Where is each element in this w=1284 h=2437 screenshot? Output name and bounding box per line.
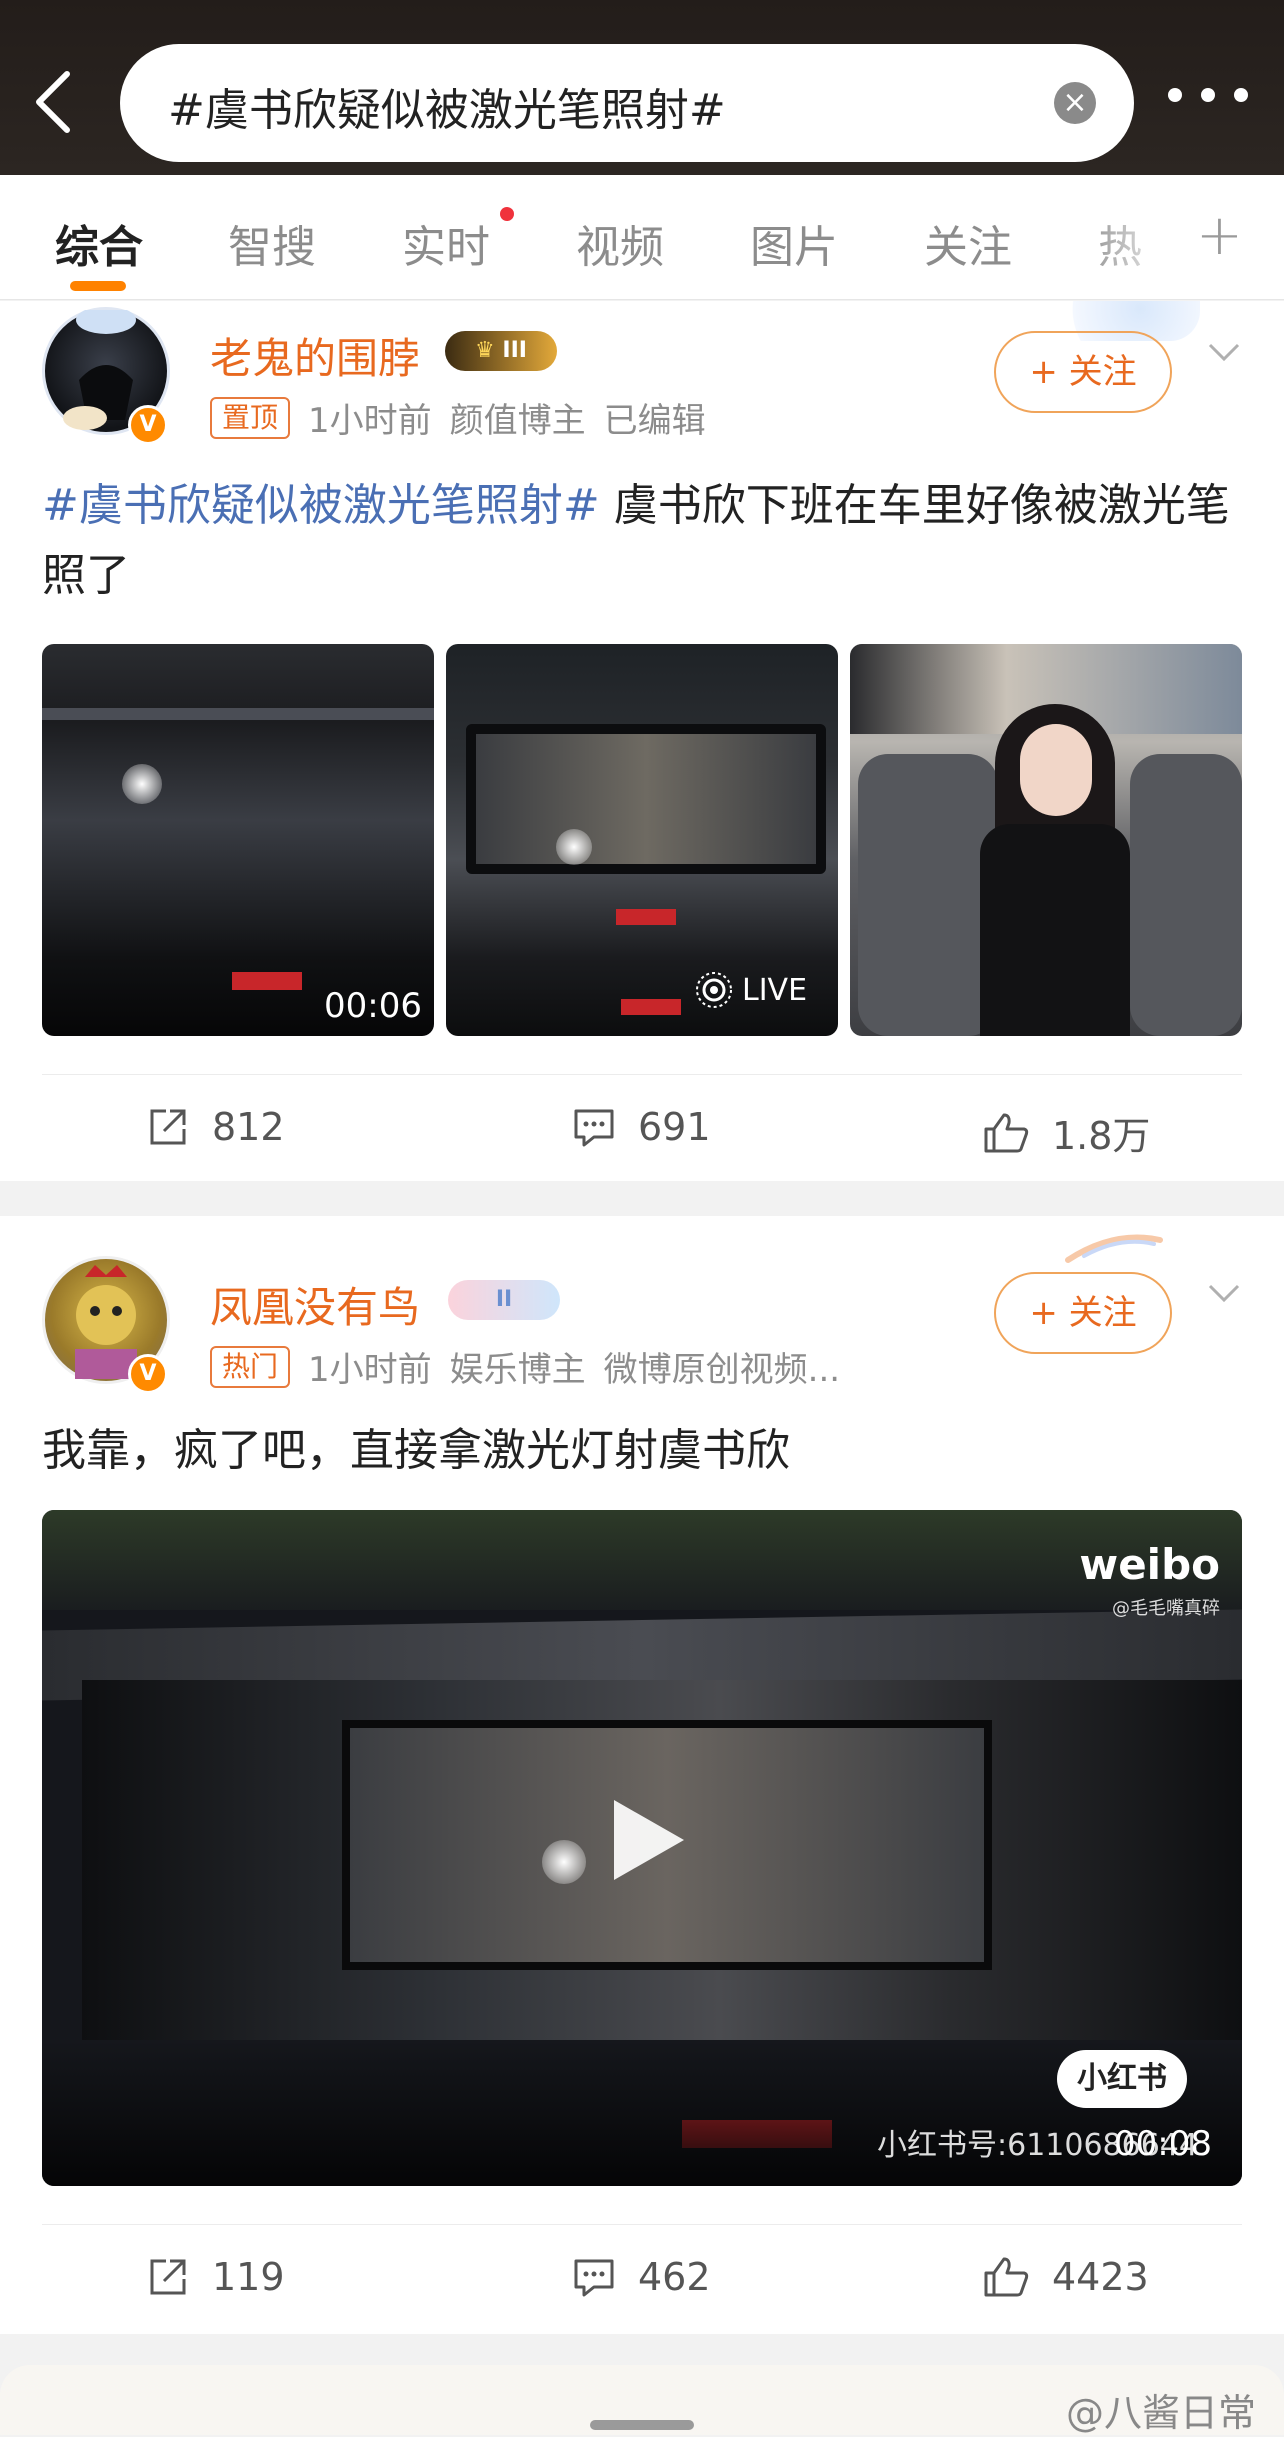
edited-label: 已编辑 xyxy=(603,401,706,441)
tab-bar: 综合 智搜 实时 视频 图片 关注 热 + xyxy=(0,175,1284,300)
repost-button[interactable]: 119 xyxy=(146,2255,285,2299)
post-actions: 812 691 1.8万 xyxy=(42,1074,1242,1184)
source-label: 微博原创视频... xyxy=(603,1350,841,1390)
live-photo-icon xyxy=(696,972,732,1008)
comment-count: 691 xyxy=(638,1105,711,1149)
comment-button[interactable]: 462 xyxy=(572,2255,711,2299)
member-level-badge: II xyxy=(448,1280,560,1320)
tab-realtime[interactable]: 实时 xyxy=(402,211,490,275)
video-duration: 00:06 xyxy=(324,986,422,1026)
comment-button[interactable]: 691 xyxy=(572,1105,711,1149)
new-dot-badge xyxy=(500,207,514,221)
post-card[interactable]: V 老鬼的围脖 ♛ III 置顶 1小时前 颜值博主 已编辑 + 关注 #虞书欣… xyxy=(0,301,1284,1181)
hot-tag: 热门 xyxy=(210,1345,291,1388)
pinned-tag: 置顶 xyxy=(210,396,291,439)
active-tab-indicator xyxy=(70,281,126,291)
add-tab-icon[interactable]: + xyxy=(1196,203,1243,268)
post-actions: 119 462 4423 xyxy=(42,2224,1242,2334)
member-level-text: III xyxy=(502,338,527,363)
author-role: 娱乐博主 xyxy=(449,1350,586,1390)
post-text: #虞书欣疑似被激光笔照射# 虞书欣下班在车里好像被激光笔照了 xyxy=(42,471,1242,611)
search-input[interactable]: #虞书欣疑似被激光笔照射# × xyxy=(120,44,1134,162)
member-level-text: II xyxy=(495,1287,513,1312)
comment-count: 462 xyxy=(638,2255,711,2299)
like-count: 1.8万 xyxy=(1052,1114,1151,1158)
video-thumbnail[interactable]: 00:06 xyxy=(42,644,434,1036)
post-time: 1小时前 xyxy=(308,401,432,441)
tab-comprehensive[interactable]: 综合 xyxy=(55,211,143,275)
back-icon[interactable] xyxy=(28,70,78,134)
source-watermark: @八酱日常 xyxy=(1065,2391,1256,2435)
search-query: #虞书欣疑似被激光笔照射# xyxy=(168,85,726,136)
author-role: 颜值博主 xyxy=(449,401,586,441)
clear-icon[interactable]: × xyxy=(1054,82,1096,124)
play-icon[interactable] xyxy=(614,1800,684,1880)
post-card[interactable]: V 凤凰没有鸟 II 热门 1小时前 娱乐博主 微博原创视频... + 关注 我… xyxy=(0,1216,1284,2334)
thumbs-up-icon xyxy=(984,1113,1029,1152)
top-bar: #虞书欣疑似被激光笔照射# × xyxy=(0,0,1284,175)
xiaohongshu-badge: 小红书 xyxy=(1057,2050,1187,2108)
repost-count: 119 xyxy=(212,2255,285,2299)
more-options-icon[interactable] xyxy=(1168,80,1248,110)
repost-icon xyxy=(150,2259,186,2295)
verified-icon: V xyxy=(128,405,168,445)
username[interactable]: 老鬼的围脖 xyxy=(210,325,420,386)
post-body: 我靠，疯了吧，直接拿激光灯射虞书欣 xyxy=(42,1425,790,1476)
username[interactable]: 凤凰没有鸟 xyxy=(210,1274,420,1335)
follow-button[interactable]: + 关注 xyxy=(994,1272,1172,1354)
thumbs-up-icon xyxy=(984,2257,1029,2297)
repost-button[interactable]: 812 xyxy=(146,1105,285,1149)
tab-video[interactable]: 视频 xyxy=(576,211,664,275)
video-player[interactable]: weibo @毛毛嘴真碎 小红书 小红书号:6110686644 00:08 xyxy=(42,1510,1242,2186)
chevron-down-icon[interactable] xyxy=(1204,1272,1244,1312)
comment-icon xyxy=(574,2259,614,2297)
like-button[interactable]: 4423 xyxy=(982,2255,1149,2299)
tab-following[interactable]: 关注 xyxy=(924,211,1012,275)
watermark-handle: @毛毛嘴真碎 xyxy=(1112,1598,1220,1619)
tab-smart-search[interactable]: 智搜 xyxy=(228,211,316,275)
post-meta: 置顶 1小时前 颜值博主 已编辑 xyxy=(210,393,706,442)
weibo-watermark: weibo xyxy=(1079,1540,1220,1589)
like-button[interactable]: 1.8万 xyxy=(982,1105,1150,1160)
verified-icon: V xyxy=(128,1354,168,1394)
post-meta: 热门 1小时前 娱乐博主 微博原创视频... xyxy=(210,1342,840,1391)
chevron-down-icon[interactable] xyxy=(1204,331,1244,371)
live-photo-thumbnail[interactable]: LIVE xyxy=(446,644,838,1036)
follow-button[interactable]: + 关注 xyxy=(994,331,1172,413)
topic-link[interactable]: #虞书欣疑似被激光笔照射# xyxy=(42,480,600,531)
tab-images[interactable]: 图片 xyxy=(750,211,838,275)
repost-icon xyxy=(150,1109,186,1145)
photo-thumbnail[interactable] xyxy=(850,644,1242,1036)
video-duration: 00:08 xyxy=(1114,2124,1212,2164)
like-count: 4423 xyxy=(1052,2255,1149,2299)
member-level-badge: ♛ III xyxy=(445,331,557,371)
live-label: LIVE xyxy=(742,972,808,1008)
home-indicator[interactable] xyxy=(590,2420,694,2430)
decorative-sparkle-icon xyxy=(1065,1234,1163,1263)
post-time: 1小时前 xyxy=(308,1350,432,1390)
comment-icon xyxy=(574,1109,614,1147)
repost-count: 812 xyxy=(212,1105,285,1149)
